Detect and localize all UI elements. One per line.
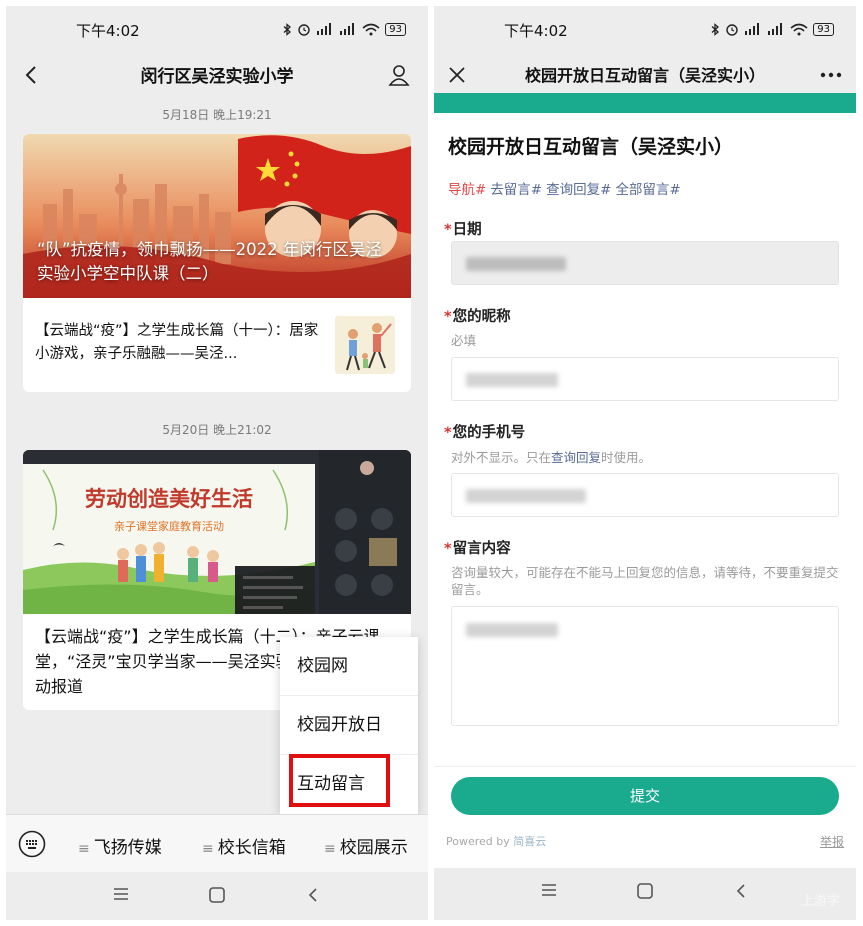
status-bar: 下午4:02 93 (6, 6, 428, 50)
close-button[interactable] (444, 62, 470, 88)
field-label-nickname: *您的昵称 (444, 309, 511, 325)
phone-field[interactable] (451, 473, 839, 517)
keyboard-toggle-button[interactable] (18, 830, 46, 858)
chevron-left-icon (25, 66, 36, 84)
home-square-icon (209, 887, 225, 903)
home-nav-button[interactable] (208, 886, 226, 908)
alarm-icon (298, 24, 310, 36)
hero-illustration: 劳动创造美好生活 亲子课堂家庭教育活动 (23, 450, 411, 614)
signal-icon (317, 23, 332, 35)
back-triangle-icon (308, 888, 317, 902)
field-hint-phone: 对外不显示。只在查询回复时使用。 (451, 450, 652, 465)
keyboard-icon (18, 830, 46, 858)
query-reply-link[interactable]: 查询回复 (551, 450, 601, 465)
field-label-phone: *您的手机号 (444, 425, 526, 441)
page-title: 闵行区吴泾实验小学 (140, 67, 294, 87)
bluetooth-icon (283, 22, 292, 36)
system-navigation-bar (6, 872, 428, 920)
signal-icon (745, 23, 760, 35)
sub-article-title: 【云端战“疫”】之学生成长篇（十一）：居家小游戏，亲子乐融融——吴泾... (35, 323, 319, 362)
close-icon (449, 67, 465, 83)
date-field[interactable] (451, 241, 839, 285)
highlight-annotation-box (289, 754, 390, 807)
back-button[interactable] (18, 62, 44, 88)
status-icons: 93 (711, 22, 834, 36)
message-timestamp: 5月20日 晚上21:02 (162, 423, 272, 437)
blurred-value (466, 489, 586, 503)
article-card[interactable]: “队”抗疫情，领巾飘扬——2022 年闵行区吴泾实验小学空中队课（二） 【云端战… (23, 134, 411, 392)
menu-nav-button[interactable] (112, 886, 130, 906)
alarm-icon (726, 24, 738, 36)
message-timestamp: 5月18日 晚上19:21 (162, 108, 272, 122)
home-nav-button[interactable] (636, 882, 654, 904)
hero-image-title: 劳动创造美好生活 (85, 486, 253, 511)
bluetooth-icon (711, 22, 720, 36)
link-navigation[interactable]: 导航# (448, 178, 486, 198)
blurred-value (466, 373, 558, 387)
nickname-field[interactable] (451, 357, 839, 401)
wifi-icon (362, 23, 380, 35)
more-options-button[interactable] (818, 62, 844, 88)
menu-lines-icon (114, 888, 128, 900)
blurred-value (466, 623, 558, 637)
battery-indicator: 93 (813, 22, 834, 36)
menu-item-campus-web[interactable]: 校园网 (280, 637, 418, 696)
bottom-menu-item[interactable]: ≡ 校园展示 (324, 833, 408, 858)
sub-article-row[interactable]: 【云端战“疫”】之学生成长篇（十一）：居家小游戏，亲子乐融融——吴泾... (23, 298, 411, 392)
link-query-reply[interactable]: 查询回复# (546, 178, 611, 198)
home-square-icon (637, 883, 653, 899)
message-textarea[interactable] (451, 606, 839, 726)
submit-button[interactable]: 提交 (451, 777, 839, 815)
status-icons: 93 (283, 22, 406, 36)
report-link[interactable]: 举报 (820, 833, 844, 850)
menu-item-open-day[interactable]: 校园开放日 (280, 696, 418, 755)
field-label-message: *留言内容 (444, 541, 511, 557)
system-navigation-bar: 上游学 (434, 868, 856, 920)
field-hint-nickname: 必填 (451, 333, 477, 348)
signal-2-icon (768, 23, 783, 35)
status-time: 下午4:02 (76, 22, 140, 40)
form-screen: 下午4:02 93 校园开放日互动留言（吴泾实小） 校园开放日互动留言（吴泾实小… (434, 6, 856, 920)
status-time: 下午4:02 (504, 22, 568, 40)
signal-2-icon (340, 23, 355, 35)
profile-button[interactable] (386, 62, 412, 88)
bottom-menu-bar: ≡ 飞扬传媒 ≡ 校长信箱 ≡ 校园展示 (6, 814, 428, 872)
wifi-icon (790, 23, 808, 35)
article-hero-image[interactable]: 劳动创造美好生活 亲子课堂家庭教育活动 (23, 450, 411, 614)
link-all-messages[interactable]: 全部留言# (615, 178, 680, 198)
page-title: 校园开放日互动留言（吴泾实小） (524, 66, 765, 85)
chat-screen: 下午4:02 93 闵行区吴泾实验小学 5月18日 晚上19:21 “队”抗疫情… (6, 6, 428, 920)
person-icon (388, 65, 410, 86)
header-accent-band (434, 93, 856, 113)
menu-lines-icon (542, 884, 556, 896)
powered-by: Powered by 简喜云 (446, 835, 547, 848)
powered-by-brand: 简喜云 (513, 835, 547, 848)
back-triangle-icon (736, 884, 745, 898)
sub-article-thumbnail (335, 316, 395, 374)
hero-image-subtitle: 亲子课堂家庭教育活动 (114, 519, 224, 533)
back-nav-button[interactable] (734, 882, 748, 904)
quick-links: 导航# 去留言# 查询回复# 全部留言# (448, 178, 681, 198)
blurred-value (466, 257, 566, 271)
back-nav-button[interactable] (306, 886, 320, 908)
status-bar: 下午4:02 93 (434, 6, 856, 50)
article-hero-image[interactable]: “队”抗疫情，领巾飘扬——2022 年闵行区吴泾实验小学空中队课（二） (23, 134, 411, 298)
webview-header: 校园开放日互动留言（吴泾实小） (434, 50, 856, 93)
menu-nav-button[interactable] (540, 882, 558, 902)
battery-indicator: 93 (385, 22, 406, 36)
bottom-menu-item[interactable]: ≡ 飞扬传媒 (78, 833, 162, 858)
bottom-menu-item[interactable]: ≡ 校长信箱 (202, 833, 286, 858)
field-hint-message: 咨询量较大，可能存在不能马上回复您的信息，请等待，不要重复提交留言。 (451, 565, 839, 597)
divider (434, 766, 856, 767)
article-hero-title: “队”抗疫情，领巾飘扬——2022 年闵行区吴泾实验小学空中队课（二） (37, 240, 382, 283)
field-label-date: *日期 (444, 222, 482, 238)
form-title: 校园开放日互动留言（吴泾实小） (448, 136, 734, 158)
watermark: 上游学 (800, 894, 840, 909)
chat-header: 闵行区吴泾实验小学 (6, 50, 428, 96)
more-dots-icon (820, 72, 842, 78)
link-leave-message[interactable]: 去留言# (490, 178, 542, 198)
